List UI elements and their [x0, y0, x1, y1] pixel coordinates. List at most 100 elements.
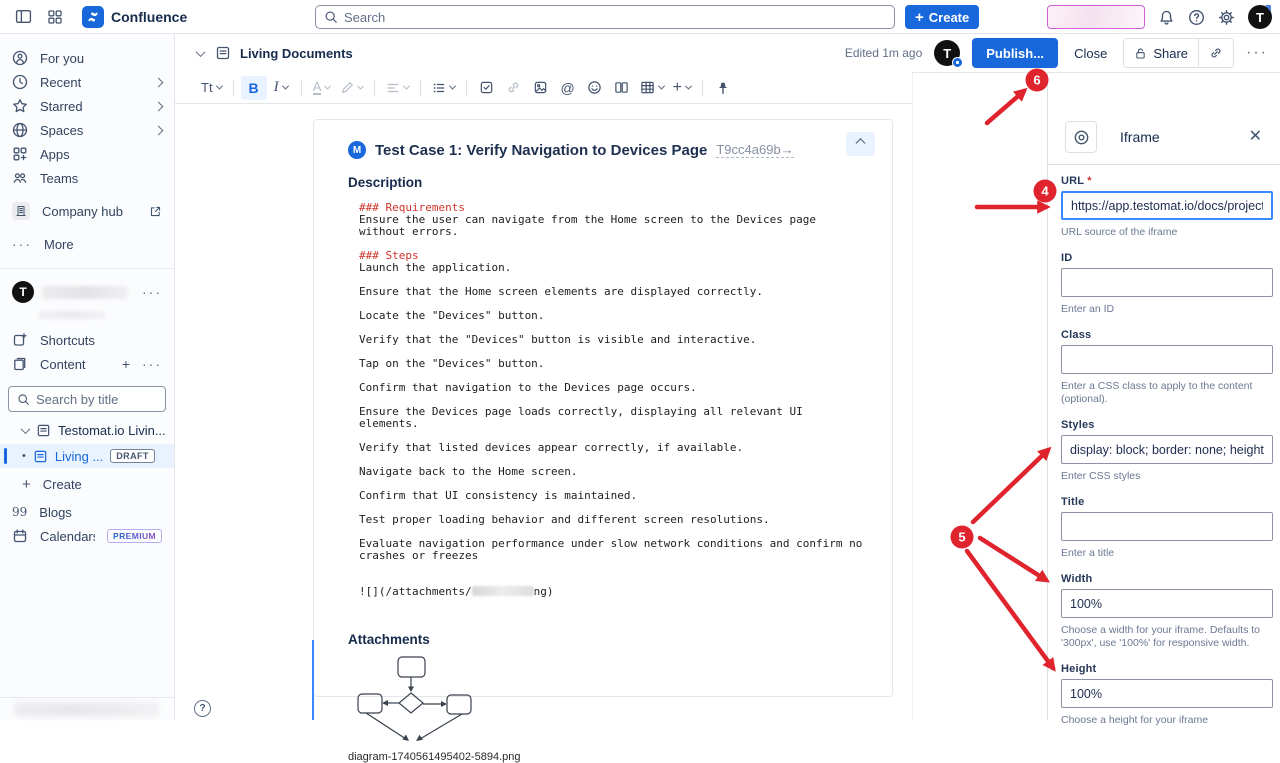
height-input[interactable] [1061, 679, 1273, 708]
content-more-icon[interactable]: ··· [142, 360, 162, 368]
insert-more-button[interactable]: + [669, 76, 695, 100]
confluence-logo[interactable]: Confluence [82, 6, 187, 28]
redacted-space-subtitle [38, 311, 106, 319]
sidebar-item-starred[interactable]: Starred [0, 94, 174, 118]
text-color-button[interactable]: A [309, 76, 335, 100]
sidebar-item-recent[interactable]: Recent [0, 70, 174, 94]
pin-toolbar-button[interactable] [710, 76, 736, 100]
emoji-icon [587, 80, 602, 95]
sidebar-item-blogs[interactable]: 99 Blogs [0, 500, 174, 524]
link-icon [1209, 46, 1223, 60]
copy-link-button[interactable] [1199, 39, 1233, 67]
space-avatar: T [12, 281, 34, 303]
annotation-arrow-5c [967, 551, 1053, 668]
redacted-space-name [42, 286, 128, 299]
editor-help-button[interactable]: ? [194, 700, 211, 717]
text-style-button[interactable]: Tt [197, 76, 226, 100]
global-search[interactable] [315, 5, 895, 29]
chevron-right-icon [154, 77, 164, 87]
flowchart-diagram-image[interactable] [350, 655, 482, 747]
breadcrumb[interactable]: Living Documents [240, 46, 353, 61]
collapse-sidebar-icon[interactable] [10, 4, 36, 30]
tree-item-selected[interactable]: • Living ... DRAFT [0, 444, 174, 468]
building-icon [12, 202, 30, 220]
plus-icon: + [915, 10, 924, 25]
document-icon [215, 45, 231, 61]
bold-button[interactable]: B [241, 76, 267, 100]
chevron-down-icon[interactable] [21, 424, 31, 434]
sidebar-search[interactable] [8, 386, 166, 412]
space-more-icon[interactable]: ··· [142, 288, 162, 296]
tree-item-parent[interactable]: Testomat.io Livin... [0, 418, 174, 442]
top-navigation-bar: Confluence + Create T [0, 0, 1280, 34]
share-button[interactable]: Share [1124, 39, 1198, 67]
styles-input[interactable] [1061, 435, 1273, 464]
sidebar-item-content[interactable]: Content + ··· [0, 352, 174, 376]
url-input[interactable] [1061, 191, 1273, 220]
global-search-input[interactable] [344, 10, 886, 25]
sidebar-item-shortcuts[interactable]: Shortcuts [0, 328, 174, 352]
emoji-button[interactable] [582, 76, 608, 100]
ellipsis-icon: ··· [12, 240, 32, 248]
sidebar-search-input[interactable] [36, 392, 157, 407]
annotation-badge-5: 5 [951, 526, 974, 549]
annotation-arrow-5b [980, 538, 1046, 580]
insert-image-button[interactable] [528, 76, 554, 100]
chevron-down-icon[interactable] [196, 47, 206, 57]
notifications-bell-icon[interactable] [1158, 9, 1175, 26]
sidebar-item-apps[interactable]: Apps [0, 142, 174, 166]
id-input[interactable] [1061, 268, 1273, 297]
publish-button[interactable]: Publish... [972, 38, 1058, 68]
test-case-card: M Test Case 1: Verify Navigation to Devi… [313, 119, 893, 697]
create-button[interactable]: + Create [905, 5, 979, 29]
sidebar-item-company-hub[interactable]: Company hub [0, 199, 174, 223]
test-case-id-link[interactable]: T9cc4a69b→ [716, 142, 793, 158]
sidebar-item-more[interactable]: ··· More [0, 232, 174, 256]
width-input[interactable] [1061, 589, 1273, 618]
star-icon [12, 98, 28, 114]
space-header[interactable]: T ··· [0, 279, 174, 305]
url-field: URL * URL source of the iframe [1061, 175, 1273, 239]
close-button[interactable]: Close [1070, 46, 1111, 61]
italic-button[interactable]: I [268, 76, 294, 100]
sidebar-item-teams[interactable]: Teams [0, 166, 174, 190]
layouts-button[interactable] [609, 76, 635, 100]
settings-gear-icon[interactable] [1218, 9, 1235, 26]
url-helper: URL source of the iframe [1061, 226, 1273, 239]
list-button[interactable] [428, 76, 459, 100]
editor-avatar[interactable]: T [934, 40, 960, 66]
close-panel-icon[interactable]: ✕ [1247, 127, 1264, 147]
search-icon [324, 10, 338, 24]
title-helper: Enter a title [1061, 547, 1273, 560]
description-heading: Description [348, 175, 868, 190]
markdown-code-block[interactable]: ### Requirements Ensure the user can nav… [348, 202, 868, 598]
attachment-filename[interactable]: diagram-1740561495402-5894.png [348, 751, 868, 763]
add-content-icon[interactable]: + [122, 356, 130, 372]
collapse-card-button[interactable] [846, 132, 875, 156]
attachment-markdown-line: ![](/attachments/ng) [359, 586, 868, 598]
premium-badge: PREMIUM [107, 529, 162, 543]
sidebar-item-for-you[interactable]: For you [0, 46, 174, 70]
help-icon[interactable] [1188, 9, 1205, 26]
insert-link-button[interactable] [501, 76, 527, 100]
unlock-icon [1134, 47, 1147, 60]
sidebar-divider [0, 268, 174, 269]
extension-icon-button[interactable] [1065, 121, 1097, 153]
mention-button[interactable]: @ [555, 76, 581, 100]
link-icon [506, 80, 521, 95]
task-checkbox-button[interactable] [474, 76, 500, 100]
markdown-macro-icon: M [348, 141, 366, 159]
selected-indicator [4, 448, 7, 464]
tree-create-button[interactable]: + Create [0, 472, 174, 496]
sidebar-item-spaces[interactable]: Spaces [0, 118, 174, 142]
class-input[interactable] [1061, 345, 1273, 374]
more-actions-icon[interactable]: ··· [1246, 49, 1268, 57]
app-switcher-icon[interactable] [42, 4, 68, 30]
edited-timestamp: Edited 1m ago [845, 46, 922, 60]
sidebar-item-calendars[interactable]: Calendars PREMIUM [0, 524, 174, 548]
table-button[interactable] [636, 76, 668, 100]
title-input[interactable] [1061, 512, 1273, 541]
user-avatar[interactable]: T [1248, 5, 1272, 29]
highlight-pen-button[interactable] [336, 76, 367, 100]
alignment-button[interactable] [382, 76, 413, 100]
